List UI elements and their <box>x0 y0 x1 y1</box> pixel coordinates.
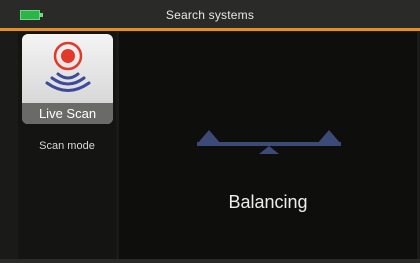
status-text: Balancing <box>228 192 308 212</box>
screen-title: Search systems <box>165 8 255 22</box>
live-scan-icon <box>45 41 91 92</box>
device-screen: Search systems Live Scan Scan mode Balan… <box>0 0 420 263</box>
bottom-bezel <box>0 259 420 263</box>
live-scan-button[interactable]: Live Scan <box>22 34 113 124</box>
sidebar: Live Scan Scan mode <box>18 32 116 259</box>
balance-icon <box>197 130 341 154</box>
scan-mode-caption: Scan mode <box>39 140 95 152</box>
main-panel: Balancing <box>119 32 417 259</box>
title-bar: Search systems <box>0 0 420 28</box>
live-scan-label: Live Scan <box>22 103 113 124</box>
title-accent-line <box>0 28 420 31</box>
